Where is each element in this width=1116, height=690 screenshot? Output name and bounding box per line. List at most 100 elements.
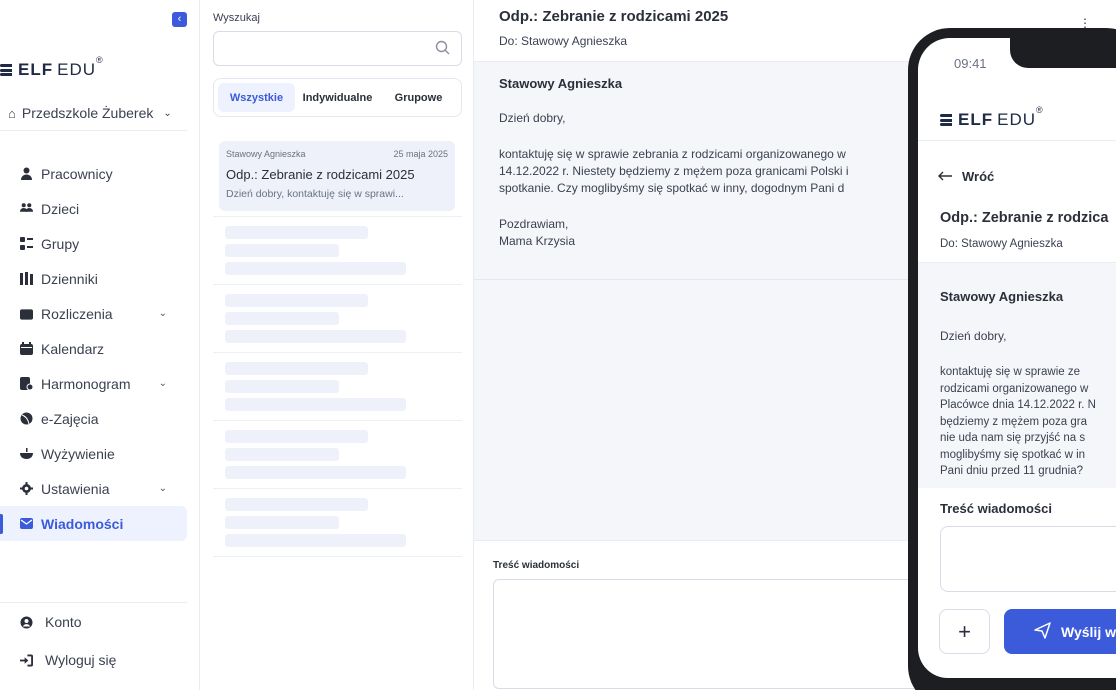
- sidebar-item-dzieci[interactable]: Dzieci: [0, 191, 187, 226]
- collapse-sidebar-button[interactable]: ‹: [172, 12, 187, 27]
- tab-indywidualne[interactable]: Indywidualne: [299, 83, 376, 112]
- divider: [918, 140, 1116, 141]
- message-greeting: Dzień dobry,: [940, 329, 1007, 343]
- search-icon: [435, 40, 451, 56]
- school-icon: ⌂: [8, 105, 16, 121]
- sidebar-item-kalendarz[interactable]: Kalendarz: [0, 331, 187, 366]
- school-selector[interactable]: ⌂ Przedszkole Żuberek ⌄: [8, 103, 186, 123]
- ball-icon: [20, 412, 33, 425]
- sidebar-item-wiadomosci[interactable]: Wiadomości: [0, 506, 187, 541]
- skeleton-line: [225, 448, 339, 461]
- calendar-icon: [20, 342, 33, 355]
- sidebar-item-label: Wiadomości: [41, 515, 124, 532]
- divider: [0, 130, 187, 131]
- skeleton-line: [225, 312, 339, 325]
- sidebar-item-grupy[interactable]: Grupy: [0, 226, 187, 261]
- status-time: 09:41: [954, 56, 987, 71]
- search-input[interactable]: [213, 31, 462, 66]
- schedule-icon: [20, 377, 33, 390]
- skeleton-line: [225, 262, 406, 275]
- sidebar-item-label: Ustawienia: [41, 480, 110, 497]
- message-sender: Stawowy Agnieszka: [499, 76, 623, 91]
- skeleton-line: [225, 244, 339, 257]
- compose-label: Treść wiadomości: [940, 501, 1052, 516]
- sidebar-item-dzienniki[interactable]: Dzienniki: [0, 261, 187, 296]
- message-textarea[interactable]: [940, 526, 1116, 592]
- skeleton-line: [225, 362, 368, 375]
- arrow-left-icon: [938, 169, 952, 184]
- message-paragraph: kontaktuję się w sprawie ze rodzicami or…: [940, 366, 1096, 477]
- sidebar-item-rozliczenia[interactable]: Rozliczenia ⌄: [0, 296, 187, 331]
- skeleton-line: [225, 380, 339, 393]
- bowl-icon: [20, 447, 33, 460]
- skeleton-line: [225, 398, 406, 411]
- skeleton-line: [225, 534, 406, 547]
- sidebar-item-label: e-Zajęcia: [41, 410, 99, 427]
- logo: ELF EDU®: [0, 55, 104, 80]
- back-button[interactable]: Wróć: [938, 169, 994, 184]
- skeleton-line: [225, 466, 406, 479]
- logo-mark-icon: [0, 64, 12, 76]
- skeleton-line: [225, 498, 368, 511]
- sidebar-item-wyzywienie[interactable]: Wyżywienie: [0, 436, 187, 471]
- message-list-panel: Wyszukaj Wszystkie Indywidualne Grupowe …: [200, 0, 474, 690]
- divider: [213, 488, 462, 489]
- logo: ELF EDU®: [940, 105, 1044, 130]
- sidebar-item-pracownicy[interactable]: Pracownicy: [0, 156, 187, 191]
- message-date: 25 maja 2025: [393, 149, 448, 159]
- send-label: Wyślij w: [1061, 623, 1116, 640]
- sidebar-item-label: Grupy: [41, 235, 80, 252]
- groups-icon: [20, 237, 33, 250]
- skeleton-line: [225, 226, 368, 239]
- sidebar-item-wyloguj[interactable]: Wyloguj się: [0, 641, 187, 679]
- logout-icon: [20, 653, 33, 667]
- logo-elf-text: ELF: [958, 110, 994, 129]
- divider: [213, 556, 462, 557]
- sidebar-item-label: Rozliczenia: [41, 305, 113, 322]
- bottom-nav: Konto Wyloguj się: [0, 603, 187, 679]
- message-preview: Dzień dobry, kontaktuję się w sprawi...: [226, 188, 404, 200]
- logo-edu-text: EDU®: [57, 55, 104, 79]
- message-sender: Stawowy Agnieszka: [226, 149, 306, 159]
- chevron-down-icon: ⌄: [158, 378, 167, 389]
- message-sender: Stawowy Agnieszka: [940, 289, 1064, 304]
- divider: [213, 216, 462, 217]
- sidebar-item-label: Kalendarz: [41, 340, 105, 357]
- sidebar-item-label: Wyżywienie: [41, 445, 115, 462]
- sidebar-item-label: Dzienniki: [41, 270, 98, 287]
- compose-label: Treść wiadomości: [493, 560, 580, 571]
- phone-recipient: Do: Stawowy Agnieszka: [940, 238, 1063, 250]
- send-button[interactable]: Wyślij w: [1004, 609, 1116, 654]
- skeleton-line: [225, 516, 339, 529]
- message-subject: Odp.: Zebranie z rodzicami 2025: [226, 167, 415, 182]
- phone-notch: [1010, 38, 1116, 68]
- logo-edu-text: EDU®: [997, 105, 1044, 129]
- message-list-item[interactable]: Stawowy Agnieszka 25 maja 2025 Odp.: Zeb…: [219, 141, 455, 211]
- page-title: Odp.: Zebranie z rodzicami 2025: [499, 8, 729, 25]
- children-icon: [20, 202, 33, 215]
- wallet-icon: [20, 307, 33, 320]
- phone-mockup: 09:41 ELF EDU® Wróć Odp.: Zebranie z rod…: [908, 28, 1116, 690]
- phone-message-body: Stawowy Agnieszka Dzień dobry, kontaktuj…: [918, 263, 1116, 488]
- skeleton-line: [225, 430, 368, 443]
- chevron-down-icon: ⌄: [163, 107, 172, 119]
- divider: [213, 284, 462, 285]
- sidebar-item-ustawienia[interactable]: Ustawienia ⌄: [0, 471, 187, 506]
- person-icon: [20, 167, 33, 180]
- phone-title: Odp.: Zebranie z rodzica: [940, 210, 1109, 226]
- skeleton-line: [225, 330, 406, 343]
- divider: [213, 420, 462, 421]
- message-recipient: Do: Stawowy Agnieszka: [499, 34, 628, 48]
- sidebar-item-e-zajecia[interactable]: e-Zajęcia: [0, 401, 187, 436]
- tab-grupowe[interactable]: Grupowe: [380, 83, 457, 112]
- chevron-down-icon: ⌄: [158, 483, 167, 494]
- send-icon: [1034, 621, 1051, 642]
- divider: [213, 352, 462, 353]
- tab-wszystkie[interactable]: Wszystkie: [218, 83, 295, 112]
- search-label: Wyszukaj: [213, 12, 260, 24]
- sidebar-item-harmonogram[interactable]: Harmonogram ⌄: [0, 366, 187, 401]
- sidebar-item-label: Pracownicy: [41, 165, 113, 182]
- add-attachment-button[interactable]: +: [939, 609, 990, 654]
- sidebar-item-label: Wyloguj się: [45, 652, 117, 668]
- sidebar-item-konto[interactable]: Konto: [0, 603, 187, 641]
